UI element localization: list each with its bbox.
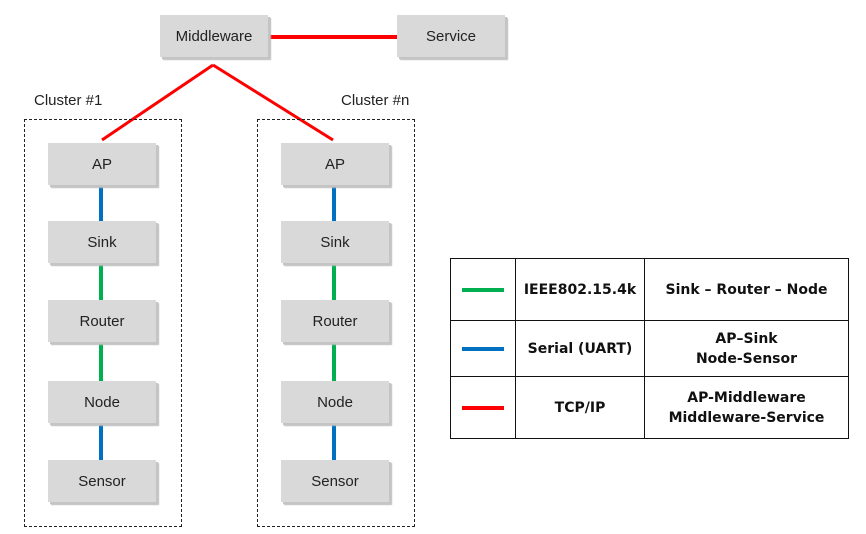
- middleware-node: Middleware: [160, 15, 268, 57]
- node-sensor-cluster-1: Sensor: [48, 460, 156, 502]
- legend-swatch-ieee: [462, 287, 504, 292]
- node-router-cluster-n: Router: [281, 300, 389, 342]
- legend-swatch-serial: [462, 346, 504, 351]
- legend-links: Sink – Router – Node: [644, 258, 849, 321]
- node-node-cluster-1: Node: [48, 381, 156, 423]
- legend-link-text: AP-Middleware: [687, 389, 806, 406]
- legend-row-ieee: IEEE802.15.4k Sink – Router – Node: [450, 258, 849, 321]
- legend-protocol: IEEE802.15.4k: [515, 258, 645, 321]
- node-ap-cluster-1: AP: [48, 143, 156, 185]
- legend-protocol: Serial (UART): [515, 320, 645, 377]
- node-sink-cluster-n: Sink: [281, 221, 389, 263]
- legend-row-tcpip: TCP/IP AP-Middleware Middleware-Service: [450, 376, 849, 439]
- node-node-cluster-n: Node: [281, 381, 389, 423]
- cluster-n-label: Cluster #n: [341, 92, 410, 109]
- legend-swatch-tcpip: [462, 405, 504, 410]
- legend-protocol: TCP/IP: [515, 376, 645, 439]
- service-node: Service: [397, 15, 505, 57]
- legend-table: IEEE802.15.4k Sink – Router – Node Serial …: [450, 258, 849, 439]
- legend-row-serial: Serial (UART) AP–Sink Node-Sensor: [450, 320, 849, 377]
- legend-link-text: Node-Sensor: [695, 350, 798, 367]
- node-router-cluster-1: Router: [48, 300, 156, 342]
- legend-links: AP-Middleware Middleware-Service: [644, 376, 849, 439]
- legend-link-text: Middleware-Service: [668, 409, 825, 426]
- cluster-1-label: Cluster #1: [34, 92, 103, 109]
- legend-links: AP–Sink Node-Sensor: [644, 320, 849, 377]
- node-sensor-cluster-n: Sensor: [281, 460, 389, 502]
- legend-link-text: Sink – Router – Node: [665, 281, 828, 298]
- legend-link-text: AP–Sink: [715, 330, 778, 347]
- node-ap-cluster-n: AP: [281, 143, 389, 185]
- node-sink-cluster-1: Sink: [48, 221, 156, 263]
